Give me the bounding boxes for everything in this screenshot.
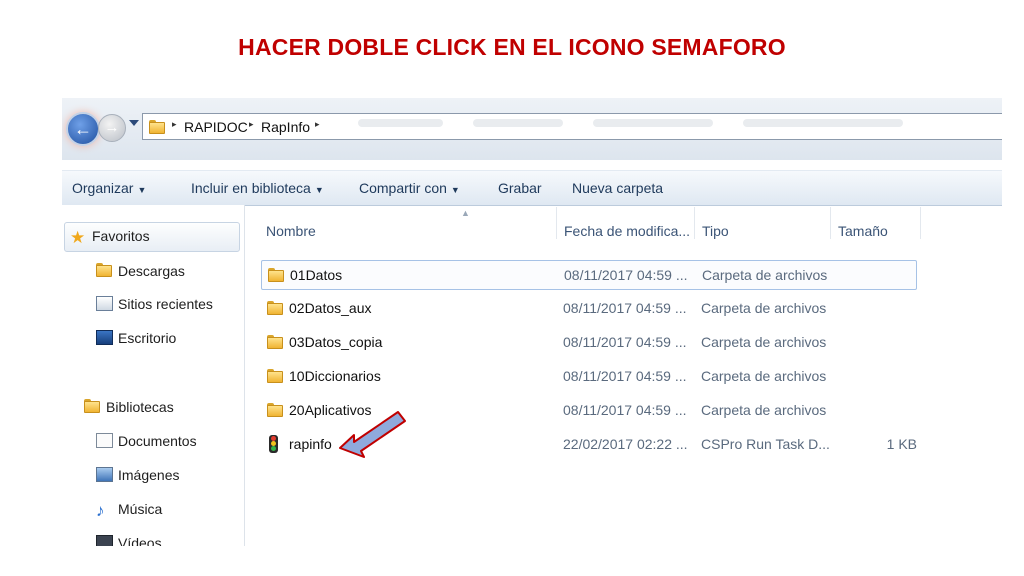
address-box[interactable]: ▸ RAPIDOC ▸ RapInfo ▸ (142, 113, 1002, 140)
compartir-con-button[interactable]: Compartir con ▼ (359, 180, 460, 196)
sort-ascending-icon: ▲ (461, 208, 470, 218)
folder-icon (149, 120, 165, 134)
nav-item-videos[interactable]: Vídeos (96, 535, 162, 546)
annotation-arrow-icon (339, 411, 406, 458)
address-bar-row: ← → ▸ RAPIDOC ▸ RapInfo ▸ (62, 98, 1002, 160)
file-date: 08/11/2017 04:59 ... (563, 334, 687, 350)
command-toolbar: Organizar ▼ Incluir en biblioteca ▼ Compar… (62, 170, 1002, 206)
breadcrumb-separator-icon[interactable]: ▸ (172, 119, 177, 130)
breadcrumb-rapidoc[interactable]: RAPIDOC (184, 119, 248, 135)
nav-label: Bibliotecas (106, 399, 174, 415)
nav-label: Sitios recientes (118, 296, 213, 312)
file-date: 08/11/2017 04:59 ... (563, 402, 687, 418)
incluir-biblioteca-button[interactable]: Incluir en biblioteca ▼ (191, 180, 324, 196)
file-row[interactable]: 02Datos_aux 08/11/2017 04:59 ... Carpeta… (261, 294, 917, 324)
nav-label: Favoritos (92, 228, 150, 244)
slide-title: HACER DOBLE CLICK EN EL ICONO SEMAFORO (238, 34, 786, 60)
nav-label: Descargas (118, 263, 185, 279)
nav-label: Escritorio (118, 330, 177, 346)
libraries-icon (84, 399, 101, 414)
column-divider[interactable] (830, 207, 831, 239)
column-header-nombre[interactable]: Nombre (266, 223, 316, 239)
nav-label: Vídeos (118, 535, 162, 546)
back-button[interactable]: ← (66, 112, 100, 146)
incluir-label: Incluir en biblioteca (191, 180, 311, 196)
file-name: 03Datos_copia (289, 334, 383, 350)
file-date: 08/11/2017 04:59 ... (563, 368, 687, 384)
column-header-tipo[interactable]: Tipo (702, 223, 729, 239)
pictures-icon (96, 467, 113, 482)
traffic-light-icon[interactable] (269, 435, 278, 453)
compartir-label: Compartir con (359, 180, 447, 196)
nav-item-sitios-recientes[interactable]: Sitios recientes (96, 296, 213, 318)
file-type: Carpeta de archivos (701, 402, 827, 418)
file-name: rapinfo (289, 436, 332, 452)
file-name: 10Diccionarios (289, 368, 381, 384)
nav-label: Documentos (118, 433, 197, 449)
blurred-background (358, 119, 443, 127)
navigation-pane: ★ Favoritos Descargas Sitios recientes Es… (62, 205, 245, 546)
file-type: Carpeta de archivos (701, 300, 827, 316)
file-row[interactable]: 01Datos 08/11/2017 04:59 ... Carpeta de … (261, 260, 917, 290)
file-date: 08/11/2017 04:59 ... (563, 300, 687, 316)
breadcrumb-rapinfo[interactable]: RapInfo (261, 119, 310, 135)
nav-item-escritorio[interactable]: Escritorio (96, 330, 176, 352)
column-divider[interactable] (694, 207, 695, 239)
documents-icon (96, 433, 113, 448)
column-divider[interactable] (556, 207, 557, 239)
file-type: Carpeta de archivos (701, 334, 827, 350)
chevron-down-icon: ▼ (450, 185, 460, 195)
breadcrumb-separator-icon[interactable]: ▸ (315, 119, 320, 130)
recent-pages-dropdown-icon[interactable] (129, 120, 139, 126)
music-note-icon: ♪ (96, 501, 105, 520)
organizar-button[interactable]: Organizar ▼ (72, 180, 146, 196)
file-date: 22/02/2017 02:22 ... (563, 436, 688, 452)
folder-icon (267, 403, 283, 417)
grabar-button[interactable]: Grabar (498, 180, 542, 196)
nav-item-imagenes[interactable]: Imágenes (96, 467, 179, 489)
folder-icon (268, 268, 284, 282)
downloads-folder-icon (96, 263, 113, 278)
file-type: Carpeta de archivos (702, 267, 828, 283)
folder-icon (267, 335, 283, 349)
nav-label: Música (118, 501, 163, 517)
nav-item-descargas[interactable]: Descargas (96, 263, 185, 285)
column-header-fecha[interactable]: Fecha de modifica... (564, 223, 690, 239)
nueva-carpeta-button[interactable]: Nueva carpeta (572, 180, 663, 196)
file-size: 1 KB (886, 436, 917, 452)
desktop-icon (96, 330, 113, 345)
video-icon (96, 535, 113, 546)
star-icon: ★ (70, 228, 86, 247)
column-header-tamano[interactable]: Tamaño (838, 223, 888, 239)
recent-places-icon (96, 296, 113, 311)
file-explorer-window: ← → ▸ RAPIDOC ▸ RapInfo ▸ Organizar ▼ Inc… (62, 98, 1002, 546)
blurred-background (473, 119, 563, 127)
chevron-down-icon: ▼ (137, 185, 147, 195)
breadcrumb-separator-icon[interactable]: ▸ (249, 119, 254, 130)
forward-button[interactable]: → (98, 114, 126, 142)
folder-icon (267, 369, 283, 383)
file-type: CSPro Run Task D... (701, 436, 830, 452)
folder-icon (267, 301, 283, 315)
nav-item-favoritos-label[interactable]: ★ Favoritos (70, 228, 150, 250)
file-type: Carpeta de archivos (701, 368, 827, 384)
organizar-label: Organizar (72, 180, 134, 196)
chevron-down-icon: ▼ (314, 185, 324, 195)
nav-item-bibliotecas[interactable]: Bibliotecas (84, 399, 174, 421)
file-row[interactable]: 03Datos_copia 08/11/2017 04:59 ... Carpe… (261, 328, 917, 358)
file-row[interactable]: 10Diccionarios 08/11/2017 04:59 ... Carp… (261, 362, 917, 392)
blurred-background (743, 119, 903, 127)
file-date: 08/11/2017 04:59 ... (564, 267, 688, 283)
nav-item-musica[interactable]: ♪ Música (96, 501, 162, 523)
file-name: 01Datos (290, 267, 343, 283)
nav-label: Imágenes (118, 467, 180, 483)
blurred-background (593, 119, 713, 127)
column-divider[interactable] (920, 207, 921, 239)
file-name: 02Datos_aux (289, 300, 372, 316)
nav-item-documentos[interactable]: Documentos (96, 433, 197, 455)
